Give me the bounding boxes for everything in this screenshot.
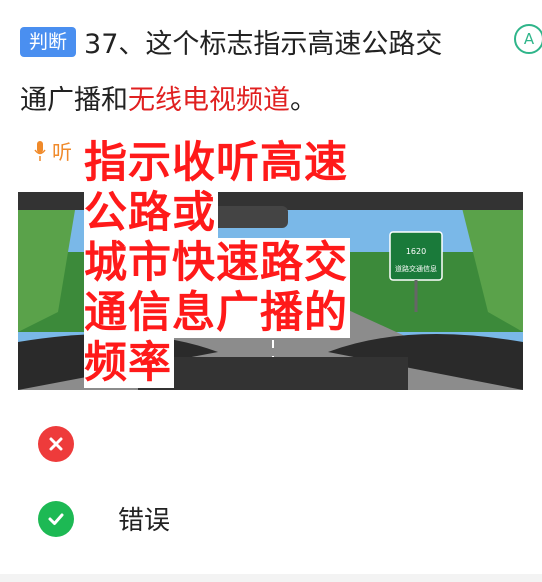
question-highlight: 无线电视频道 — [128, 85, 290, 116]
overlay-line: 通信息广播的 — [84, 288, 350, 338]
overlay-line: 城市快速路交 — [84, 238, 350, 288]
listen-button[interactable]: 听 — [52, 136, 72, 165]
app-corner-icon[interactable]: A — [514, 24, 542, 54]
question-line-2: 通广播和无线电视频道。 — [20, 78, 317, 117]
option-true[interactable]: 正确 — [38, 425, 170, 462]
microphone-icon[interactable] — [34, 140, 46, 161]
question-text: 37、这个标志指示高速公路交 — [84, 29, 443, 60]
option-false-label: 错误 — [118, 506, 171, 536]
question-text-2: 通广播和 — [20, 85, 128, 116]
question-type-tag: 判断 — [20, 26, 77, 57]
question-end: 。 — [290, 85, 317, 116]
overlay-line: 指示收听高速 — [84, 138, 350, 188]
answer-explanation-overlay: 指示收听高速 公路或 城市快速路交 通信息广播的 频率 — [84, 138, 404, 388]
correct-icon — [38, 500, 74, 537]
sign-frequency: 1620 — [406, 247, 426, 256]
option-false[interactable]: 错误 — [38, 500, 170, 537]
overlay-line: 频率 — [84, 338, 174, 388]
wrong-icon — [38, 425, 74, 462]
question-line-1: 判断 37、这个标志指示高速公路交 — [20, 22, 442, 61]
overlay-line: 公路或 — [84, 188, 218, 238]
bottom-divider — [0, 574, 542, 582]
